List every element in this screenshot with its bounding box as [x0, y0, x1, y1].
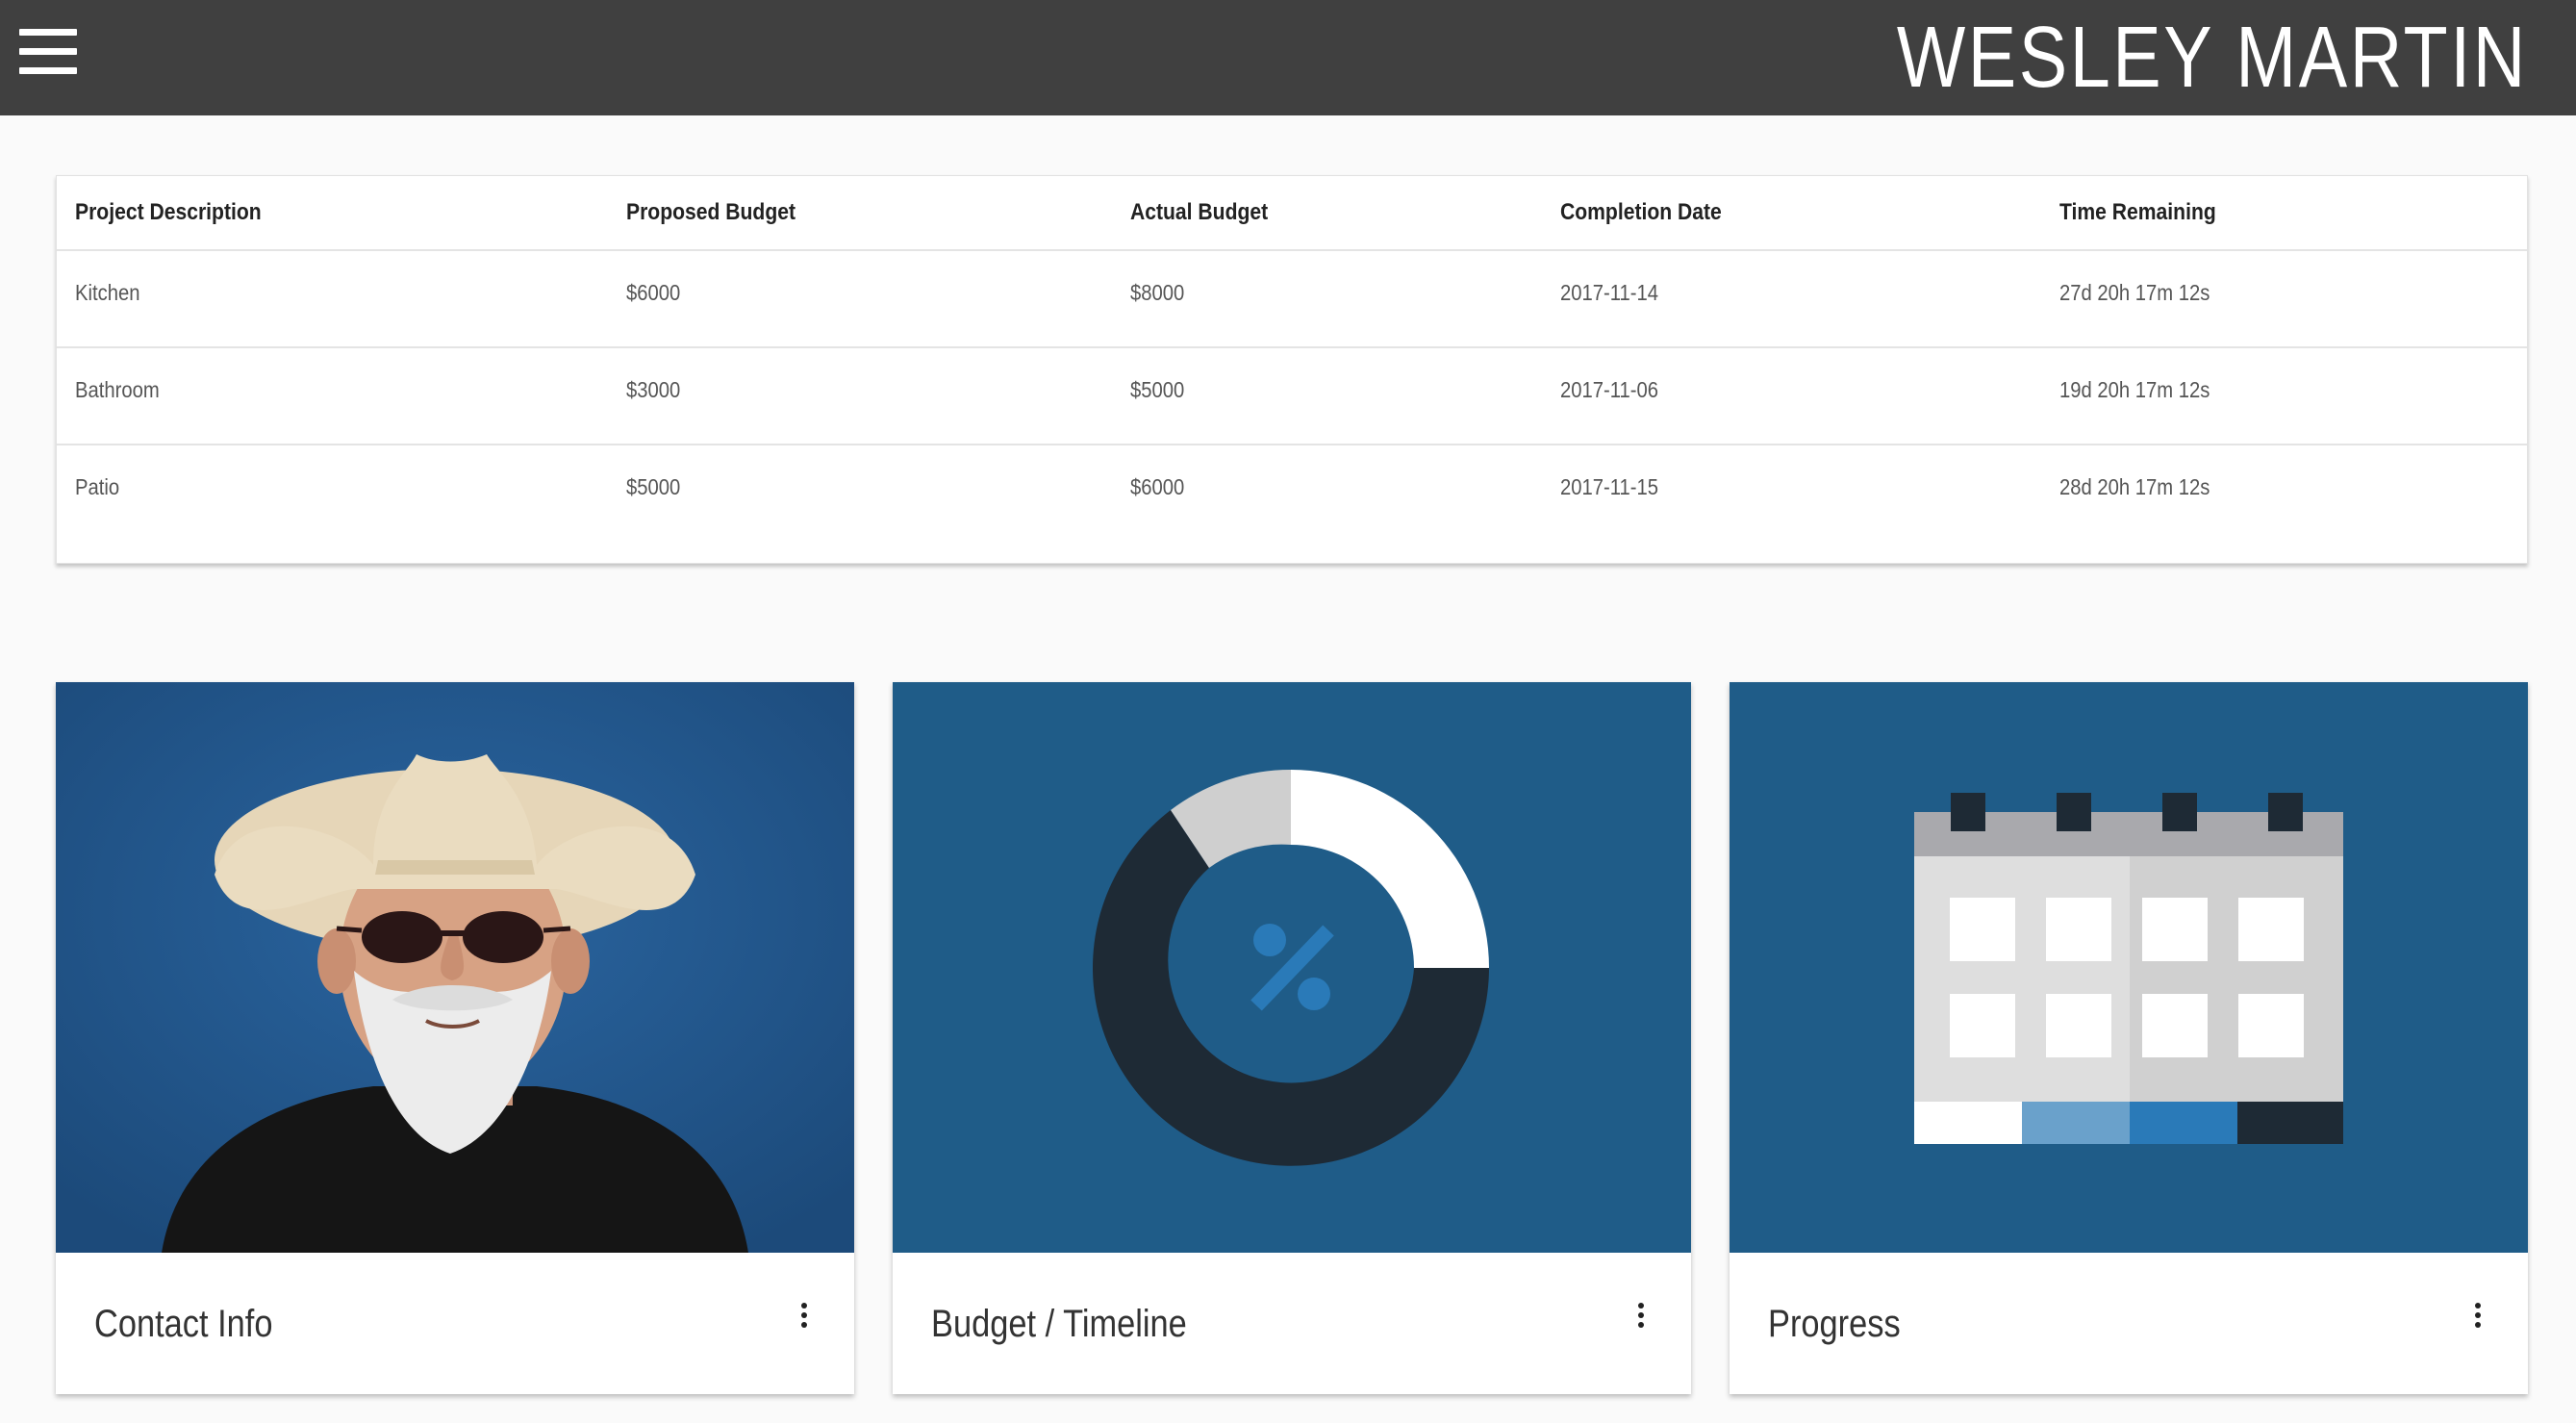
table-cell: $3000	[626, 377, 681, 402]
table-cell: Patio	[75, 474, 120, 499]
more-vert-icon[interactable]	[1629, 1295, 1653, 1334]
table-cell: $6000	[1130, 474, 1185, 499]
table-row[interactable]: Bathroom $3000 $5000 2017-11-06 19d 20h …	[57, 348, 2527, 445]
donut-percent-icon	[1093, 769, 1489, 1166]
hamburger-menu-icon[interactable]	[19, 27, 79, 75]
more-vert-icon[interactable]	[793, 1295, 816, 1334]
table-header-row: Project Description Proposed Budget Actu…	[57, 176, 2527, 251]
table-row[interactable]: Kitchen $6000 $8000 2017-11-14 27d 20h 1…	[57, 251, 2527, 348]
card-footer: Budget / Timeline	[893, 1253, 1691, 1394]
projects-table: Project Description Proposed Budget Actu…	[56, 175, 2528, 564]
table-cell: $5000	[626, 474, 681, 499]
column-header[interactable]: Project Description	[75, 199, 262, 226]
table-cell: $8000	[1130, 280, 1185, 305]
table-cell: Kitchen	[75, 280, 140, 305]
column-header[interactable]: Actual Budget	[1130, 199, 1268, 226]
table-row[interactable]: Patio $5000 $6000 2017-11-15 28d 20h 17m…	[57, 445, 2527, 543]
card-media	[893, 682, 1691, 1253]
table-cell: $5000	[1130, 377, 1185, 402]
table-cell: 2017-11-14	[1560, 280, 1659, 305]
portrait-photo	[56, 682, 854, 1253]
more-vert-icon[interactable]	[2466, 1295, 2489, 1334]
card-title[interactable]: Progress	[1768, 1303, 1901, 1346]
table-cell: 27d 20h 17m 12s	[2059, 280, 2210, 305]
column-header[interactable]: Proposed Budget	[626, 199, 796, 226]
table-cell: 2017-11-15	[1560, 474, 1659, 499]
card-footer: Progress	[1730, 1253, 2528, 1394]
user-name: WESLEY MARTIN	[1897, 10, 2528, 106]
column-header[interactable]: Completion Date	[1560, 199, 1722, 226]
progress-card[interactable]: Progress	[1730, 682, 2528, 1394]
table-cell: $6000	[626, 280, 681, 305]
card-footer: Contact Info	[56, 1253, 854, 1394]
card-media	[1730, 682, 2528, 1253]
contact-info-card[interactable]: Contact Info	[56, 682, 854, 1394]
top-app-bar: WESLEY MARTIN	[0, 0, 2576, 115]
column-header[interactable]: Time Remaining	[2059, 199, 2216, 226]
table-cell: Bathroom	[75, 377, 160, 402]
table-cell: 2017-11-06	[1560, 377, 1659, 402]
table-cell: 19d 20h 17m 12s	[2059, 377, 2210, 402]
table-cell: 28d 20h 17m 12s	[2059, 474, 2210, 499]
budget-timeline-card[interactable]: Budget / Timeline	[893, 682, 1691, 1394]
card-title[interactable]: Budget / Timeline	[931, 1303, 1187, 1346]
card-title[interactable]: Contact Info	[94, 1303, 272, 1346]
calendar-icon	[1914, 793, 2343, 1144]
